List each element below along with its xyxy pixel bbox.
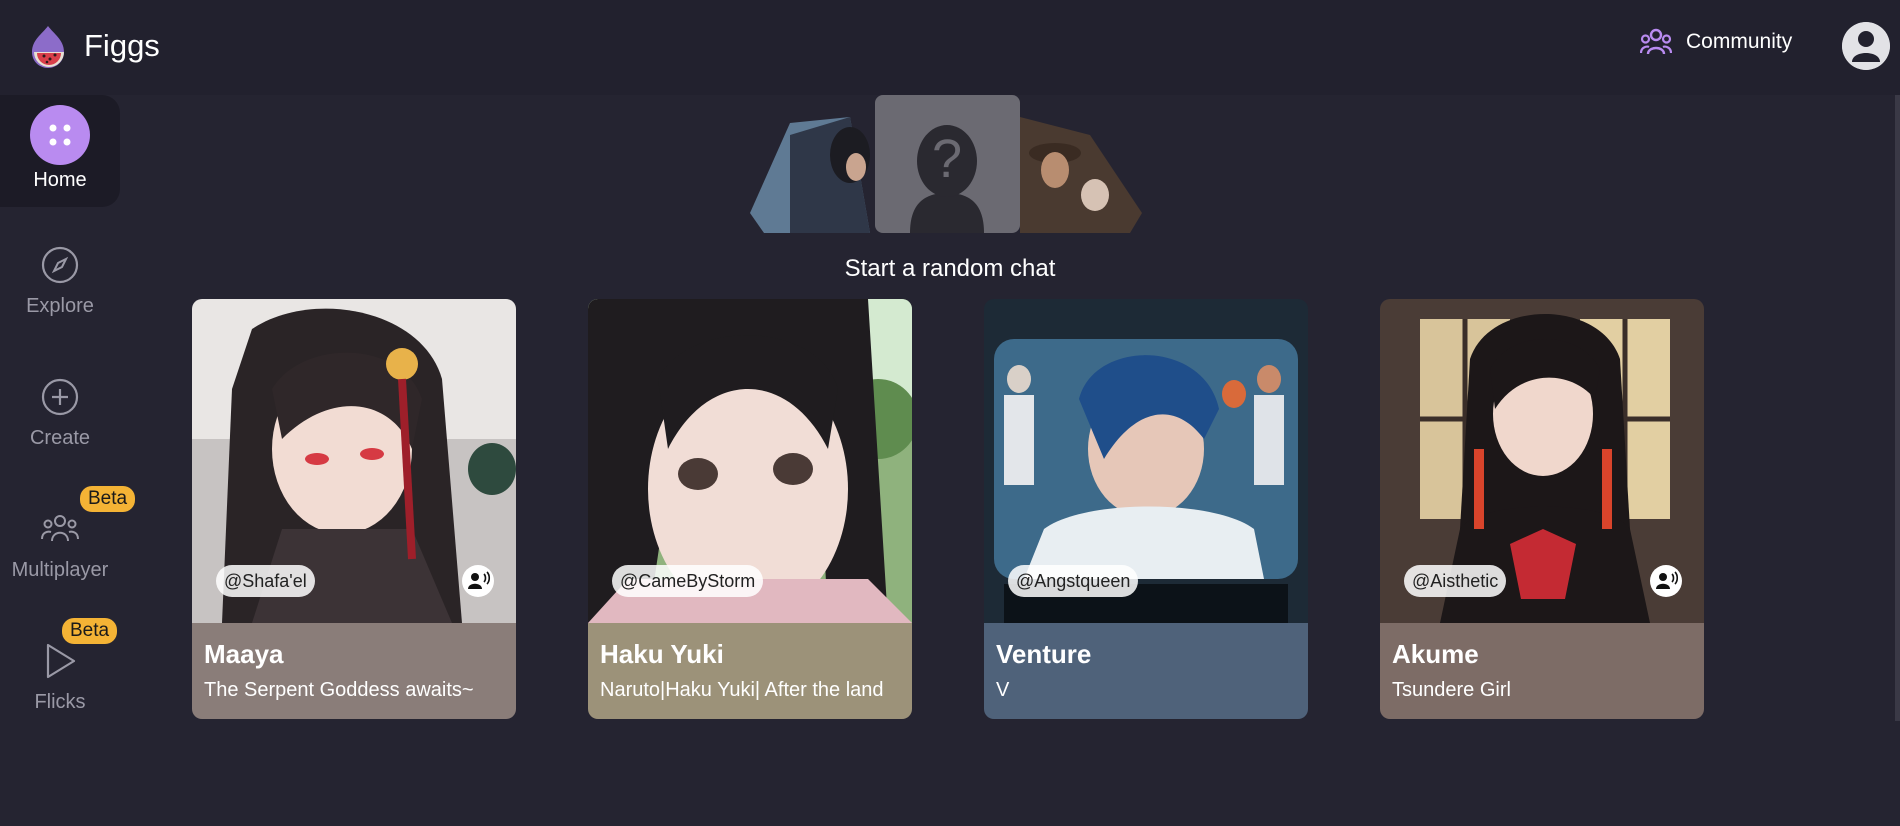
creator-tag[interactable]: @Angstqueen — [1008, 565, 1139, 597]
profile-avatar-button[interactable] — [1842, 22, 1890, 70]
random-chat-stack[interactable]: ? — [750, 95, 1150, 233]
app-title: Figgs — [84, 28, 160, 63]
card-info: Venture V — [984, 623, 1308, 719]
character-name: Haku Yuki — [600, 639, 724, 669]
character-description: The Serpent Goddess awaits~ — [204, 679, 474, 701]
character-description: V — [996, 679, 1010, 701]
character-name: Venture — [996, 639, 1092, 669]
random-character-images: ? — [750, 95, 1142, 233]
creator-tag[interactable]: @CameByStorm — [612, 565, 764, 597]
card-info: Akume Tsundere Girl — [1380, 623, 1704, 719]
beta-badge: Beta — [62, 618, 118, 644]
page-scrollbar[interactable] — [1895, 95, 1900, 721]
card-info: Haku Yuki Naruto|Haku Yuki| After the la… — [588, 623, 912, 719]
creator-tag[interactable]: @Shafa'el — [216, 565, 315, 597]
character-name: Maaya — [204, 639, 284, 669]
sidebar-item-label: Flicks — [34, 691, 86, 713]
sidebar-item-label: Multiplayer — [11, 559, 109, 581]
sidebar-item-label: Create — [29, 427, 91, 449]
voice-icon — [1650, 565, 1682, 597]
sidebar-item-label: Home — [33, 169, 87, 191]
svg-text:?: ? — [932, 129, 962, 189]
sidebar-item-flicks[interactable]: Flicks Beta — [0, 618, 120, 733]
sidebar-item-create[interactable]: Create — [0, 357, 120, 469]
character-card-haku-yuki[interactable]: @CameByStorm Haku Yuki Naruto|Haku Yuki|… — [588, 299, 912, 719]
character-card-venture[interactable]: @Angstqueen Venture V — [984, 299, 1308, 719]
users-icon — [41, 515, 79, 542]
top-bar: Figgs Community — [0, 0, 1900, 95]
beta-badge: Beta — [80, 486, 136, 512]
community-icon — [1640, 28, 1672, 55]
sidebar-item-home[interactable]: Home — [0, 95, 120, 207]
play-icon — [46, 643, 76, 679]
creator-tag[interactable]: @Aisthetic — [1404, 565, 1507, 597]
character-description: Naruto|Haku Yuki| After the land — [600, 679, 884, 701]
character-description: Tsundere Girl — [1392, 679, 1511, 701]
user-icon — [1842, 22, 1890, 70]
logo[interactable]: Figgs — [24, 22, 160, 70]
character-name: Akume — [1392, 639, 1479, 669]
character-card-maaya[interactable]: @Shafa'el Maaya The Serpent Goddess awai… — [192, 299, 516, 719]
sidebar-item-label: Explore — [26, 295, 94, 317]
community-button[interactable]: Community — [1640, 28, 1792, 56]
voice-icon — [462, 565, 494, 597]
sidebar-item-multiplayer[interactable]: Multiplayer Beta — [0, 486, 136, 601]
apps-icon — [30, 105, 90, 165]
plus-circle-icon — [41, 378, 79, 416]
character-card-akume[interactable]: @Aisthetic Akume Tsundere Girl — [1380, 299, 1704, 719]
random-chat-label[interactable]: Start a random chat — [0, 255, 1900, 283]
card-info: Maaya The Serpent Goddess awaits~ — [192, 623, 516, 719]
community-label: Community — [1686, 30, 1793, 53]
fig-logo-icon — [32, 26, 64, 68]
